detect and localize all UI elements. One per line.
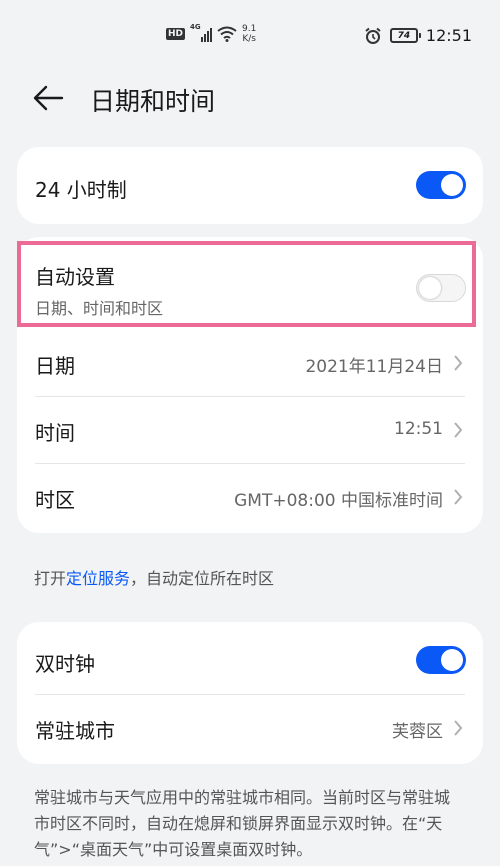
timezone-label: 时区 bbox=[35, 488, 75, 512]
status-center: HD 4G 9.1 K/s bbox=[166, 23, 256, 44]
location-service-link[interactable]: 定位服务 bbox=[66, 569, 130, 588]
highlight-frame bbox=[17, 241, 476, 327]
date-row[interactable]: 日期 2021年11月24日 bbox=[17, 330, 483, 396]
chevron-right-icon bbox=[454, 489, 463, 505]
time-value: 12:51 bbox=[394, 419, 443, 439]
home-city-label: 常驻城市 bbox=[35, 719, 115, 743]
date-label: 日期 bbox=[35, 354, 75, 378]
battery-icon: 74 bbox=[389, 28, 421, 43]
page-title: 日期和时间 bbox=[90, 87, 216, 116]
format-card: 24 小时制 bbox=[17, 147, 483, 224]
signal-icon: 4G bbox=[190, 23, 213, 42]
dual-clock-row[interactable]: 双时钟 bbox=[17, 622, 483, 694]
speed-value: 9.1 bbox=[242, 24, 257, 34]
home-city-row[interactable]: 常驻城市 芙蓉区 bbox=[17, 695, 483, 764]
hd-icon: HD bbox=[166, 28, 186, 40]
dual-clock-description: 常驻城市与天气应用中的常驻城市相同。当前时区与常驻城市时区不同时，自动在熄屏和锁… bbox=[34, 788, 451, 859]
timezone-value: GMT+08:00 中国标准时间 bbox=[234, 491, 443, 511]
hour-format-row[interactable]: 24 小时制 bbox=[17, 147, 483, 224]
battery-level: 74 bbox=[397, 30, 411, 41]
chevron-right-icon bbox=[454, 422, 463, 438]
timezone-row[interactable]: 时区 GMT+08:00 中国标准时间 bbox=[17, 464, 483, 530]
status-bar: HD 4G 9.1 K/s 74 12:51 bbox=[0, 0, 500, 72]
home-city-value: 芙蓉区 bbox=[392, 722, 443, 742]
chevron-right-icon bbox=[454, 355, 463, 371]
status-time: 12:51 bbox=[425, 26, 472, 45]
location-note-prefix: 打开 bbox=[34, 569, 67, 588]
alarm-icon bbox=[365, 27, 381, 44]
time-label: 时间 bbox=[35, 421, 75, 445]
network-speed: 9.1 K/s bbox=[242, 24, 256, 44]
dual-clock-card: 双时钟 常驻城市 芙蓉区 bbox=[17, 622, 483, 764]
date-value: 2021年11月24日 bbox=[305, 357, 443, 377]
location-note: 打开定位服务，自动定位所在时区 bbox=[34, 565, 274, 589]
network-type: 4G bbox=[190, 23, 201, 31]
speed-unit: K/s bbox=[242, 34, 256, 44]
dual-clock-toggle[interactable] bbox=[416, 646, 466, 674]
hour-format-toggle[interactable] bbox=[416, 171, 466, 199]
hour-format-label: 24 小时制 bbox=[35, 178, 127, 202]
location-note-suffix: ，自动定位所在时区 bbox=[130, 569, 275, 588]
page-header: 日期和时间 bbox=[0, 78, 500, 122]
chevron-right-icon bbox=[454, 720, 463, 736]
arrow-left-icon[interactable] bbox=[32, 84, 64, 112]
dual-clock-label: 双时钟 bbox=[35, 652, 95, 676]
wifi-icon bbox=[217, 26, 237, 42]
status-right: 74 12:51 bbox=[364, 26, 472, 45]
time-row[interactable]: 时间 12:51 bbox=[17, 397, 483, 463]
